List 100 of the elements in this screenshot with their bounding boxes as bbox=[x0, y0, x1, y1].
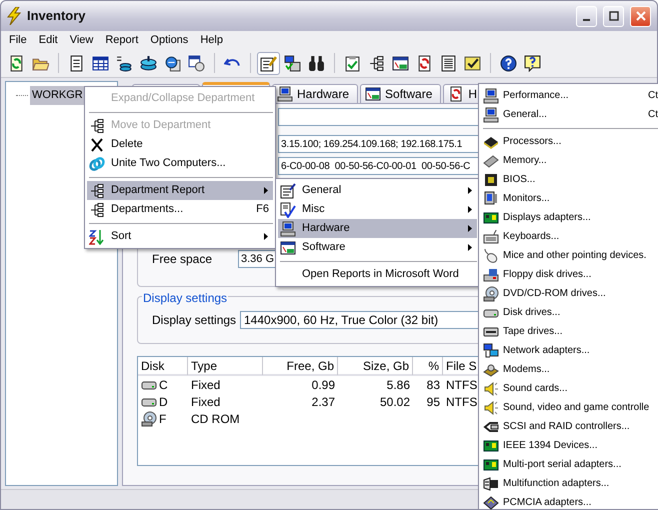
tab[interactable]: Software bbox=[360, 84, 442, 103]
menu-item[interactable]: Misc bbox=[278, 200, 477, 219]
computer-icon bbox=[280, 220, 296, 236]
table-cell-text: 5.86 bbox=[386, 376, 410, 394]
window-title: Inventory bbox=[27, 7, 87, 26]
chip-icon bbox=[483, 172, 499, 188]
calendar-icon bbox=[188, 54, 205, 72]
menu-item[interactable]: File bbox=[3, 32, 33, 48]
table-cell-text: 2.37 bbox=[312, 394, 335, 410]
column-header[interactable]: Free, Gb bbox=[263, 356, 338, 374]
menu-item[interactable]: General bbox=[278, 181, 477, 200]
window-icon bbox=[392, 54, 409, 72]
menu-item[interactable]: Sound cards... bbox=[481, 379, 658, 398]
circuit-board-icon bbox=[483, 456, 499, 472]
drive-icon bbox=[483, 266, 499, 282]
field-label: Free space bbox=[152, 251, 214, 268]
card-icon bbox=[483, 494, 499, 510]
table-cell-text: NTFS bbox=[446, 376, 478, 394]
checklist-icon bbox=[464, 54, 481, 72]
minimize-button[interactable] bbox=[576, 6, 597, 26]
menu-item[interactable]: Multifunction adapters... bbox=[481, 474, 658, 493]
list-icon bbox=[440, 54, 457, 72]
menu-item[interactable]: View bbox=[64, 32, 100, 48]
disc-icon bbox=[141, 410, 157, 426]
mouse-icon bbox=[483, 248, 499, 264]
menu-item[interactable]: Unite Two Computers... bbox=[87, 154, 273, 173]
database-icon bbox=[116, 54, 133, 72]
clipboard-check-icon bbox=[344, 54, 361, 72]
modem-icon bbox=[483, 362, 499, 378]
computer-icon bbox=[277, 86, 293, 102]
menu-item[interactable]: Sound, video and game controlle bbox=[481, 398, 658, 417]
window-icon bbox=[280, 240, 296, 256]
table-cell-text: D bbox=[159, 394, 168, 410]
sort-icon bbox=[89, 228, 105, 244]
computers-icon bbox=[284, 54, 301, 72]
computer-icon bbox=[483, 88, 499, 104]
delete-icon bbox=[89, 136, 105, 152]
tree-icon bbox=[368, 54, 385, 72]
tree-item[interactable]: WORKGR bbox=[30, 86, 85, 104]
database-icon bbox=[140, 54, 157, 72]
menu-item[interactable]: Floppy disk drives... bbox=[481, 265, 658, 284]
menu-item[interactable]: Report bbox=[99, 32, 144, 48]
menu-item[interactable]: Keyboards... bbox=[481, 227, 658, 246]
menu-item[interactable]: Displays adapters... bbox=[481, 208, 658, 227]
menu-item[interactable]: Software bbox=[278, 238, 477, 257]
connector-icon bbox=[483, 476, 499, 492]
lightning-icon bbox=[7, 7, 21, 25]
edit-icon bbox=[260, 54, 277, 72]
menu-item[interactable]: Sort bbox=[87, 227, 273, 246]
maximize-icon bbox=[608, 10, 620, 22]
menu-item[interactable]: DVD/CD-ROM drives... bbox=[481, 284, 658, 303]
table-cell-text: Fixed bbox=[191, 376, 220, 394]
menu-item[interactable]: Options bbox=[144, 32, 194, 48]
menu-item[interactable]: IEEE 1394 Devices... bbox=[481, 436, 658, 455]
menu-item[interactable]: Help bbox=[194, 32, 229, 48]
table-cell-text: 50.02 bbox=[380, 394, 410, 410]
refresh-icon bbox=[416, 54, 433, 72]
toolbar-button[interactable] bbox=[257, 52, 280, 74]
speaker-icon bbox=[483, 400, 499, 416]
menu-item[interactable]: Mice and other pointing devices. bbox=[481, 246, 658, 265]
table-cell-text: CD ROM bbox=[191, 410, 240, 428]
menu-item[interactable]: Hardware bbox=[278, 219, 477, 238]
circuit-board-icon bbox=[483, 438, 499, 454]
column-header[interactable]: Type bbox=[188, 356, 263, 374]
menu-item[interactable]: PCMCIA adapters... bbox=[481, 493, 658, 510]
table-cell-text: 95 bbox=[426, 394, 440, 410]
minimize-icon bbox=[583, 19, 590, 21]
column-header[interactable]: % bbox=[413, 356, 443, 374]
menu-item[interactable]: Open Reports in Microsoft Word bbox=[278, 265, 477, 284]
menu-item[interactable]: Edit bbox=[32, 32, 64, 48]
column-header[interactable]: Size, Gb bbox=[338, 356, 413, 374]
menu-item[interactable]: SCSI and RAID controllers... bbox=[481, 417, 658, 436]
table-cell-text: C bbox=[159, 376, 168, 394]
menu-item[interactable]: Monitors... bbox=[481, 189, 658, 208]
column-header[interactable]: Disk bbox=[138, 356, 188, 374]
maximize-button[interactable] bbox=[603, 6, 624, 26]
link-icon bbox=[89, 156, 105, 172]
menu-item[interactable]: Delete bbox=[87, 135, 273, 154]
field-label: Display settings bbox=[152, 312, 238, 329]
menu-item[interactable]: Department Report bbox=[87, 181, 273, 200]
menu-item[interactable]: Multi-port serial adapters... bbox=[481, 455, 658, 474]
tab[interactable]: Hardware bbox=[272, 84, 358, 103]
tree-icon bbox=[89, 182, 105, 198]
refresh-icon bbox=[8, 54, 25, 72]
document-check-icon bbox=[280, 202, 296, 218]
window-icon bbox=[365, 86, 382, 102]
disc-icon bbox=[483, 286, 499, 302]
tree-icon bbox=[89, 118, 105, 134]
table-icon bbox=[92, 54, 109, 72]
menu-item[interactable]: Processors... bbox=[481, 132, 658, 151]
table-cell-text: F bbox=[159, 410, 166, 428]
circuit-board-icon bbox=[483, 210, 499, 226]
report-icon bbox=[280, 182, 296, 198]
menu-item[interactable]: General... Ct bbox=[481, 105, 658, 124]
menu-item[interactable]: Departments... F6 bbox=[87, 200, 273, 219]
tree-icon bbox=[89, 202, 105, 218]
help-icon bbox=[500, 54, 517, 72]
table-cell-text: NTFS bbox=[446, 394, 478, 410]
close-button[interactable] bbox=[630, 6, 651, 26]
close-icon bbox=[634, 10, 646, 22]
